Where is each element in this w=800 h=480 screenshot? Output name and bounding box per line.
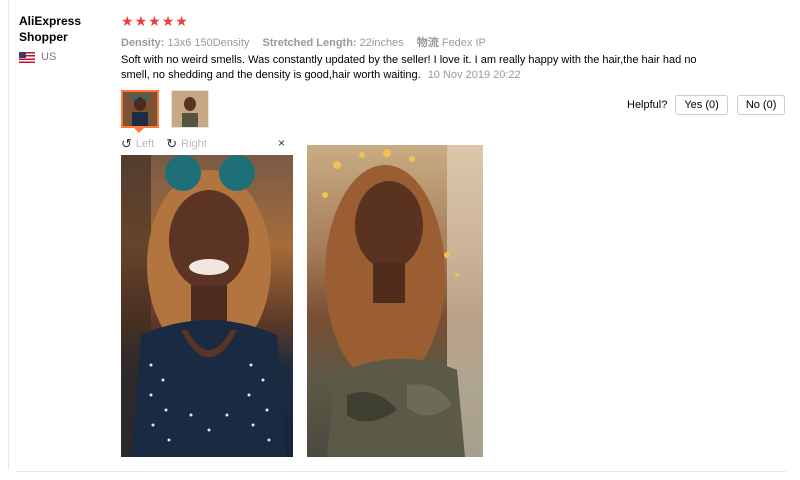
review-text-block: Soft with no weird smells. Was constantl… — [121, 53, 721, 83]
rotate-left-label: Left — [135, 138, 155, 150]
reviewer-info: AliExpress Shopper US — [19, 13, 109, 63]
review-text: Soft with no weird smells. Was constantl… — [121, 54, 697, 81]
photo-thumbnails — [121, 90, 209, 128]
thumbnail-image — [123, 92, 157, 126]
attribute-value: 22inches — [359, 37, 404, 49]
attribute-key: Density: — [121, 37, 165, 49]
thumbnail-image — [172, 91, 208, 127]
review-photo-large[interactable] — [121, 155, 293, 457]
reviewer-country: US — [19, 51, 109, 63]
helpful-yes-button[interactable]: Yes (0) — [675, 95, 728, 115]
thumbnail-photo-2[interactable] — [171, 90, 209, 128]
star-icon: ★ — [121, 13, 134, 29]
thumbnail-photo-1[interactable] — [121, 90, 159, 128]
rotate-left-button[interactable]: ↺ Left — [121, 136, 154, 152]
product-attributes: Density: 13x6 150Density Stretched Lengt… — [121, 34, 496, 50]
helpful-vote: Helpful? Yes (0) No (0) — [627, 95, 794, 115]
country-code: US — [41, 51, 57, 63]
rotate-right-label: Right — [181, 138, 207, 150]
star-icon: ★ — [148, 13, 161, 29]
helpful-no-button[interactable]: No (0) — [736, 95, 786, 115]
star-icon: ★ — [134, 13, 148, 29]
review-photo-second[interactable] — [307, 145, 483, 457]
attribute-value: Fedex IP — [441, 37, 486, 49]
star-rating: ★ ★ ★ ★ ★ — [121, 13, 188, 29]
photo-viewer-toolbar: ↺ Left ↻ Right × — [121, 136, 293, 152]
attribute-value: 13x6 150Density — [167, 37, 250, 49]
rotate-right-button[interactable]: ↻ Right — [166, 136, 207, 152]
star-icon: ★ — [175, 13, 188, 29]
rotate-left-icon: ↺ — [121, 136, 132, 151]
rotate-right-icon: ↻ — [166, 136, 178, 151]
close-icon[interactable]: × — [278, 136, 285, 150]
review-date: 10 Nov 2019 20:22 — [427, 69, 521, 81]
left-divider — [8, 0, 9, 470]
us-flag-icon — [19, 51, 35, 63]
attribute-key: 物流 — [416, 37, 439, 49]
review-item: AliExpress Shopper US ★ ★ ★ ★ ★ Density:… — [0, 0, 800, 480]
attribute-key: Stretched Length: — [262, 37, 357, 49]
reviewer-name: AliExpress Shopper — [19, 14, 82, 44]
star-icon: ★ — [161, 13, 175, 29]
review-photo-2-image — [322, 145, 483, 457]
helpful-label: Helpful? — [627, 99, 668, 111]
review-photo-1-image — [121, 155, 286, 457]
active-thumbnail-caret — [134, 128, 144, 133]
review-divider — [16, 471, 786, 472]
